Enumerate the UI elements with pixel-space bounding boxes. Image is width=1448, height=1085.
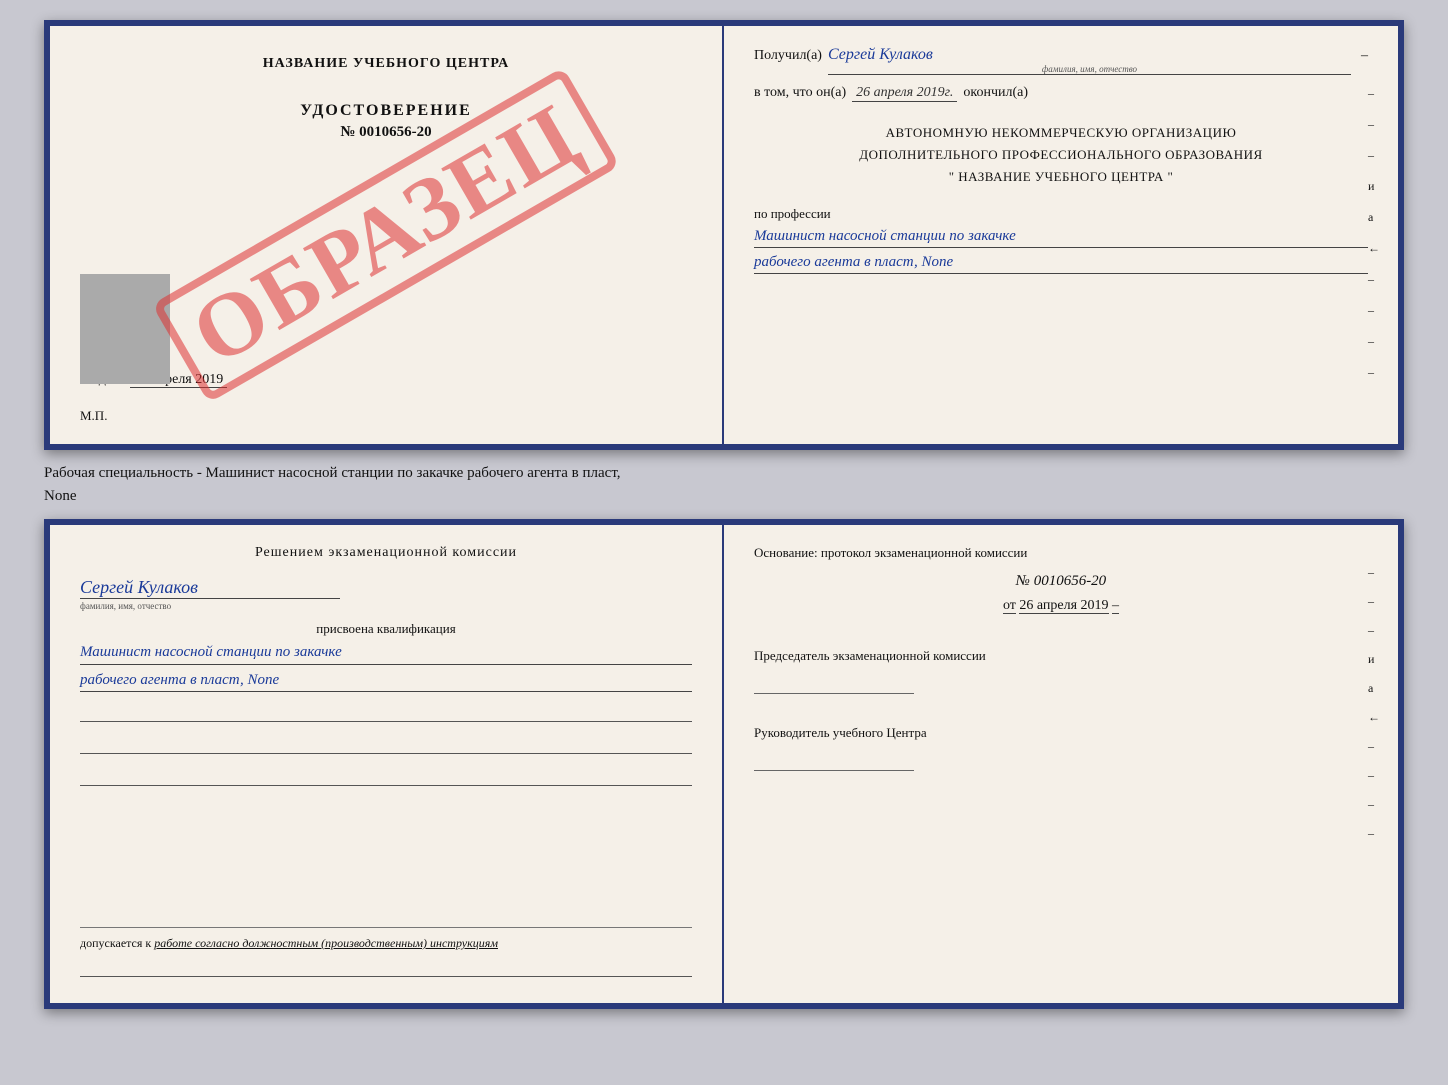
udostoverenie-label: УДОСТОВЕРЕНИЕ [300, 102, 472, 120]
rukovoditel-block: Руководитель учебного Центра [754, 723, 1368, 776]
udostoverenie-block: УДОСТОВЕРЕНИЕ № 0010656-20 [300, 102, 472, 141]
bottom-right-panel: – – – и а ← – – – – Основание: протокол … [724, 525, 1398, 1003]
vtom-label: в том, что он(а) [754, 85, 846, 101]
qual-line2: рабочего агента в пласт, None [80, 669, 692, 693]
predsedatel-label: Председатель экзаменационной комиссии [754, 646, 1368, 666]
right-dashes: – – – и а ← – – – – [1368, 86, 1380, 380]
poluchil-label: Получил(а) [754, 48, 822, 64]
top-left-panel: НАЗВАНИЕ УЧЕБНОГО ЦЕНТРА УДОСТОВЕРЕНИЕ №… [50, 26, 724, 444]
dopuskaetsya-block: допускается к работе согласно должностны… [80, 927, 692, 951]
person-name-hw: Сергей Кулаков [80, 577, 340, 599]
top-right-panel: – – – и а ← – – – – Получил(а) Сергей Ку… [724, 26, 1398, 444]
prisvoena-label: присвоена квалификация [80, 621, 692, 637]
protokol-number: № 0010656-20 [754, 573, 1368, 590]
blank-line-3 [80, 766, 692, 786]
ot-prefix: от [1003, 598, 1016, 614]
okonchil-label: окончил(а) [963, 85, 1028, 101]
right-dashes-bottom: – – – и а ← – – – – [1368, 565, 1380, 841]
org-block: АВТОНОМНУЮ НЕКОММЕРЧЕСКУЮ ОРГАНИЗАЦИЮ ДО… [754, 122, 1368, 188]
dopuskaetsya-prefix: допускается к [80, 936, 151, 950]
bottom-document: Решением экзаменационной комиссии Сергей… [44, 519, 1404, 1009]
blank-line-1 [80, 702, 692, 722]
predsedatel-block: Председатель экзаменационной комиссии [754, 646, 1368, 699]
familiya-sub: фамилия, имя, отчество [80, 601, 692, 611]
komissia-title: Решением экзаменационной комиссии [80, 545, 692, 561]
vtom-date: 26 апреля 2019г. [852, 85, 957, 102]
top-document: НАЗВАНИЕ УЧЕБНОГО ЦЕНТРА УДОСТОВЕРЕНИЕ №… [44, 20, 1404, 450]
profession-line2: рабочего агента в пласт, None [754, 252, 1368, 274]
osnov-title: Основание: протокол экзаменационной коми… [754, 545, 1368, 561]
blank-line-4 [80, 957, 692, 977]
ot-date-value: 26 апреля 2019 [1019, 598, 1108, 614]
person-name-block: Сергей Кулаков фамилия, имя, отчество [80, 577, 692, 611]
vtom-row: в том, что он(а) 26 апреля 2019г. окончи… [754, 85, 1368, 102]
nomer-label: № 0010656-20 [300, 124, 472, 141]
blank-line-2 [80, 734, 692, 754]
between-line1: Рабочая специальность - Машинист насосно… [44, 462, 1404, 485]
center-name-top: НАЗВАНИЕ УЧЕБНОГО ЦЕНТРА [263, 56, 509, 72]
between-text: Рабочая специальность - Машинист насосно… [44, 462, 1404, 507]
predsedatel-signature-line [754, 674, 914, 694]
photo-placeholder [80, 274, 170, 384]
dopuskaetsya-value: работе согласно должностным (производств… [154, 936, 498, 950]
bottom-left-panel: Решением экзаменационной комиссии Сергей… [50, 525, 724, 1003]
ot-date: от 26 апреля 2019 – [754, 598, 1368, 614]
poluchil-value: Сергей Кулаков фамилия, имя, отчество [828, 46, 1351, 75]
rukovoditel-signature-line [754, 751, 914, 771]
between-line2: None [44, 485, 1404, 508]
profession-line1: Машинист насосной станции по закачке [754, 226, 1368, 248]
po-professii-label: по профессии [754, 206, 1368, 222]
vydano-line: Выдано 26 апреля 2019 [80, 372, 692, 408]
poluchil-row: Получил(а) Сергей Кулаков фамилия, имя, … [754, 46, 1368, 75]
rukovoditel-label: Руководитель учебного Центра [754, 723, 1368, 743]
qual-line1: Машинист насосной станции по закачке [80, 641, 692, 665]
mp-label: М.П. [80, 408, 107, 424]
